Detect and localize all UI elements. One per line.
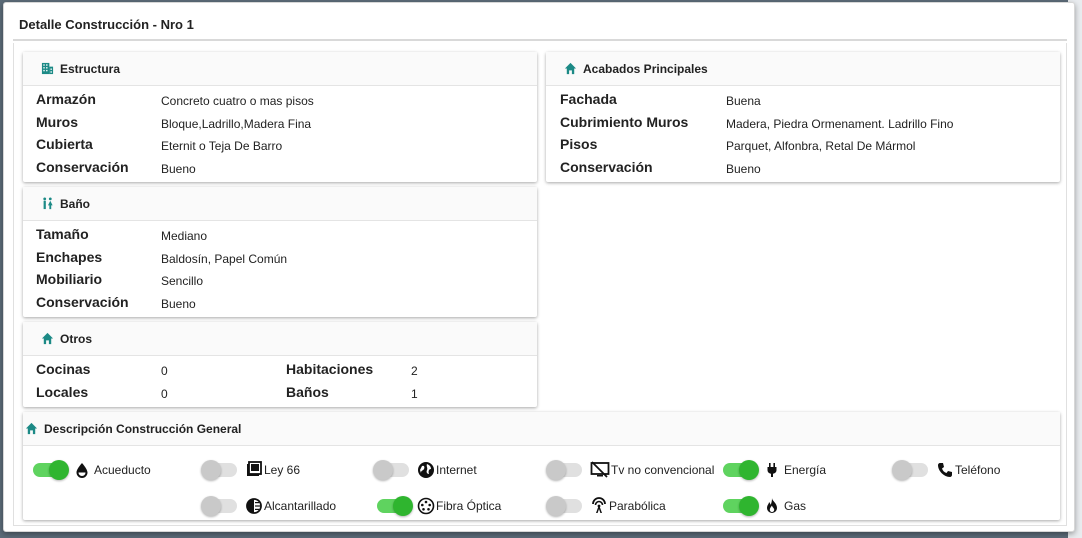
service-internet: Internet: [373, 459, 477, 481]
general-panel: Descripción Construcción General Acueduc…: [23, 412, 1060, 520]
tv-off-icon: [590, 461, 610, 478]
acabados-value: Buena: [726, 94, 761, 108]
alcantarillado-toggle[interactable]: [201, 496, 237, 516]
bano-panel: Baño Tamaño Mediano Enchapes Baldosín, P…: [23, 187, 537, 317]
estructura-header: Estructura: [23, 52, 537, 86]
plug-icon: [767, 463, 777, 477]
otros-title: Otros: [60, 331, 93, 346]
acabados-label: Pisos: [560, 136, 598, 152]
estructura-label: Cubierta: [36, 136, 93, 152]
estructura-value: Concreto cuatro o mas pisos: [161, 94, 314, 108]
estructura-value: Bueno: [161, 162, 196, 176]
service-parabolica: Parabólica: [546, 495, 666, 517]
detail-modal: Detalle Construcción - Nro 1 Estructura …: [3, 2, 1075, 532]
general-title: Descripción Construcción General: [44, 421, 242, 436]
otros-label: Cocinas: [36, 361, 91, 377]
acabados-value: Bueno: [726, 162, 761, 176]
ley66-toggle[interactable]: [201, 460, 237, 480]
energia-toggle[interactable]: [723, 460, 759, 480]
antenna-icon: [592, 497, 606, 513]
service-ley66: Ley 66: [201, 459, 301, 481]
building-icon: [41, 62, 54, 75]
estructura-label: Armazón: [36, 91, 96, 107]
estructura-panel: Estructura Armazón Concreto cuatro o mas…: [23, 52, 537, 182]
phone-icon: [938, 463, 952, 477]
bano-label: Mobiliario: [36, 271, 103, 287]
bano-value: Mediano: [161, 229, 208, 243]
bano-value: Sencillo: [161, 274, 204, 288]
acabados-value: Parquet, Alfonbra, Retal De Mármol: [726, 139, 916, 153]
service-label: Energía: [784, 463, 827, 477]
bano-value: Bueno: [161, 297, 196, 311]
estructura-value: Bloque,Ladrillo,Madera Fina: [161, 117, 312, 131]
telefono-toggle[interactable]: [892, 460, 928, 480]
service-label: Fibra Óptica: [436, 499, 502, 513]
parabolica-toggle[interactable]: [546, 496, 582, 516]
modal-title: Detalle Construcción - Nro 1: [13, 9, 1067, 41]
otros-value: 0: [161, 387, 168, 401]
acabados-title: Acabados Principales: [583, 61, 708, 76]
flame-icon: [767, 498, 777, 513]
fiber-icon: [417, 497, 435, 515]
bano-value: Baldosín, Papel Común: [161, 252, 288, 266]
service-label: Internet: [436, 463, 477, 477]
fibra-toggle[interactable]: [377, 496, 413, 516]
globe-icon: [418, 462, 434, 478]
service-label: Ley 66: [264, 463, 301, 477]
service-acueducto: Acueducto: [33, 459, 151, 481]
service-gas: Gas: [723, 495, 806, 517]
restroom-icon: [43, 197, 53, 210]
acabados-value: Madera, Piedra Ormenament. Ladrillo Fino: [726, 117, 954, 131]
estructura-title: Estructura: [60, 61, 121, 76]
service-energia: Energía: [723, 459, 826, 481]
otros-label: Baños: [286, 384, 329, 400]
otros-label: Locales: [36, 384, 89, 400]
service-label: Alcantarillado: [264, 499, 337, 513]
service-telefono: Teléfono: [892, 459, 1001, 481]
water-drop-icon: [76, 463, 88, 478]
home-icon: [25, 422, 38, 435]
bano-label: Tamaño: [36, 226, 89, 242]
internet-toggle[interactable]: [373, 460, 409, 480]
service-fibra-optica: Fibra Óptica: [377, 495, 501, 517]
otros-value: 1: [411, 387, 418, 401]
home-icon: [564, 62, 577, 75]
otros-value: 2: [411, 364, 418, 378]
home-icon: [41, 332, 54, 345]
service-label: Acueducto: [94, 463, 151, 477]
acabados-label: Fachada: [560, 91, 617, 107]
sewer-icon: [246, 498, 262, 514]
otros-header: Otros: [23, 322, 537, 356]
service-alcantarillado: Alcantarillado: [201, 495, 337, 517]
ley66-icon: [247, 461, 262, 476]
estructura-label: Conservación: [36, 159, 129, 175]
estructura-value: Eternit o Teja De Barro: [161, 139, 283, 153]
service-label: Tv no convencional: [611, 463, 715, 477]
acabados-label: Cubrimiento Muros: [560, 114, 689, 130]
bano-header: Baño: [23, 187, 537, 221]
otros-panel: Otros Cocinas 0 Habitaciones 2 Locales 0…: [23, 322, 537, 407]
tv-toggle[interactable]: [546, 460, 582, 480]
modal-body: Estructura Armazón Concreto cuatro o mas…: [13, 43, 1067, 526]
acabados-panel: Acabados Principales Fachada Buena Cubri…: [546, 52, 1060, 182]
service-label: Teléfono: [955, 463, 1001, 477]
bano-label: Conservación: [36, 294, 129, 310]
gas-toggle[interactable]: [723, 496, 759, 516]
acabados-header: Acabados Principales: [546, 52, 1060, 86]
general-header: Descripción Construcción General: [23, 412, 1060, 446]
service-tv-no-convencional: Tv no convencional: [546, 459, 715, 481]
bano-label: Enchapes: [36, 249, 103, 265]
acabados-label: Conservación: [560, 159, 653, 175]
service-label: Parabólica: [609, 499, 666, 513]
otros-label: Habitaciones: [286, 361, 374, 377]
otros-value: 0: [161, 364, 168, 378]
acueducto-toggle[interactable]: [33, 460, 69, 480]
bano-title: Baño: [60, 196, 90, 211]
service-label: Gas: [784, 499, 807, 513]
estructura-label: Muros: [36, 114, 78, 130]
